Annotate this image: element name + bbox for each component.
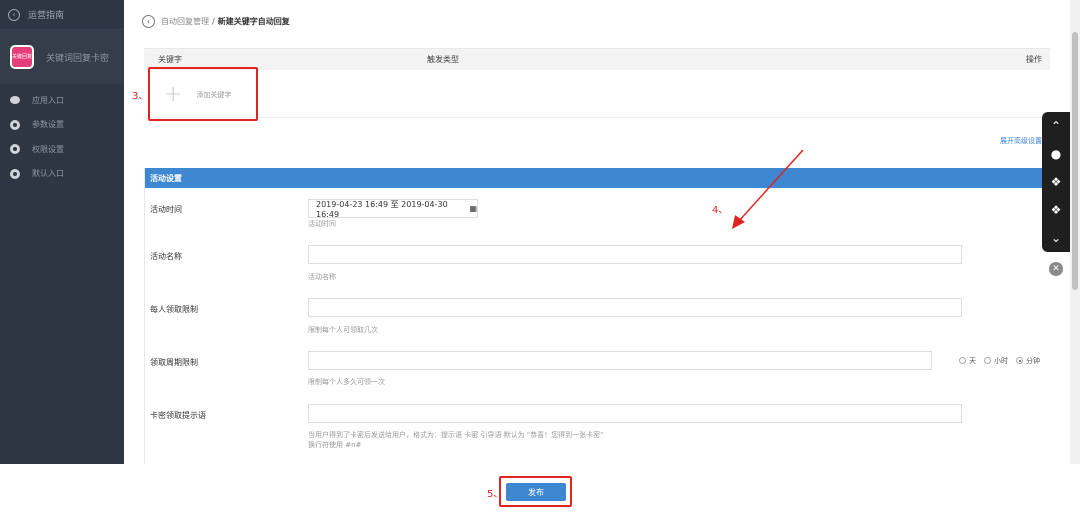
- annotation-step5: 5、: [487, 489, 504, 500]
- annotation-box-step5: [499, 476, 572, 507]
- annotation-arrow: [732, 149, 804, 229]
